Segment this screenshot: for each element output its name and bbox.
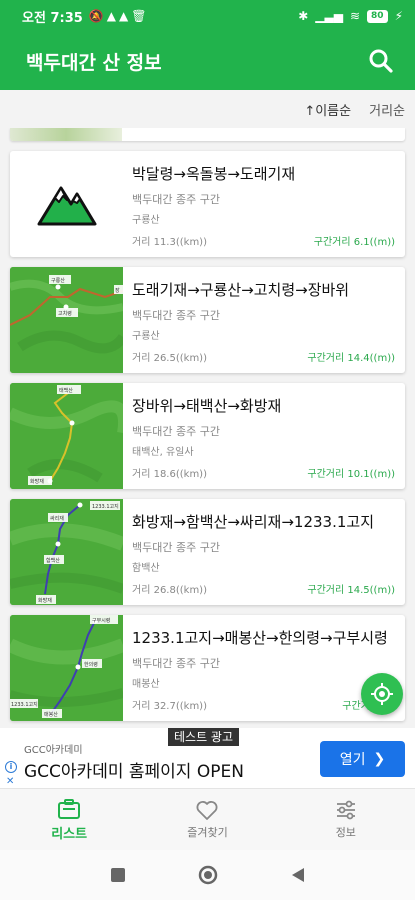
trash-icon: 🗑 [131,9,150,23]
bottom-navigation: 리스트 즐겨찾기 정보 [0,788,415,850]
trail-title: 1233.1고지→매봉산→한의령→구부시령 [132,629,388,647]
map-label: 화방재 [38,597,52,604]
search-icon [369,49,393,73]
trail-segment-distance: 구간거리 14.5((m)) [307,585,395,596]
trail-subtitle: 백두대간 종주 구간 [132,541,220,554]
home-icon[interactable] [197,864,219,886]
ad-advertiser: GCC아카데미 [24,745,83,756]
trail-title: 도래기재→구룡산→고치령→장바위 [132,281,350,299]
trail-segment-distance: 구간거리 6.1((m)) [313,237,395,248]
list-icon [58,798,81,819]
map-thumbnail [10,128,122,141]
tab-favorites[interactable]: 즐겨찾기 [138,789,276,850]
tab-favorites-label: 즐겨찾기 [187,826,228,839]
signal-icon: ▁▃▅ [315,9,343,23]
list-item[interactable]: 구룡산 고치령 장 도래기재→구룡산→고치령→장바위 백두대간 종주 구간 구룡… [10,267,405,373]
system-icons: ✱ ▁▃▅ ≋ 80 ⚡ [298,9,403,23]
list-item[interactable]: 1233.1고지 싸리재 함백산 화방재 화방재→함백산→싸리재→1233.1고… [10,499,405,605]
trail-title: 박달령→옥돌봉→도래기재 [132,165,296,183]
trail-subtitle: 백두대간 종주 구간 [132,657,220,670]
mountain-icon [37,186,96,226]
back-icon[interactable] [289,866,307,884]
map-thumbnail: 1233.1고지 싸리재 함백산 화방재 [10,499,123,605]
mute-icon: 🔕 [88,9,107,23]
notification-icons: 🔕▲▲🗑 [89,9,150,23]
map-thumbnail: 구룡산 고치령 장 [10,267,123,373]
trail-mountains: 구룡산 [132,331,160,342]
map-label: 1233.1고지 [92,503,119,510]
heart-icon [196,801,218,820]
map-label: 매봉산 [44,711,58,718]
map-thumbnail: 태백산 화방재 [10,383,123,489]
trail-title: 화방재→함백산→싸리재→1233.1고지 [132,513,374,531]
status-time: 오전 7:35 [22,10,83,26]
trail-distance: 거리 32.7((km)) [132,701,207,712]
system-navigation [0,850,415,900]
trail-list[interactable]: 박달령→옥돌봉→도래기재 백두대간 종주 구간 구룡산 거리 11.3((km)… [0,128,415,728]
tab-list-label: 리스트 [51,826,88,842]
tab-list[interactable]: 리스트 [0,789,138,850]
map-label: 1233.1고지 [11,701,38,708]
trail-distance: 거리 11.3((km)) [132,237,207,248]
my-location-button[interactable] [361,673,403,715]
trail-subtitle: 백두대간 종주 구간 [132,425,220,438]
list-item[interactable]: 태백산 화방재 장바위→태백산→화방재 백두대간 종주 구간 태백산, 유일사 … [10,383,405,489]
trail-subtitle: 백두대간 종주 구간 [132,309,220,322]
map-label: 고치령 [58,310,72,317]
sort-by-name[interactable]: ↑이름순 [304,100,351,119]
charging-icon: ⚡ [394,9,403,23]
ad-label: 테스트 광고 [168,728,240,746]
ad-open-label: 열기 [339,752,366,768]
settings-sliders-icon [336,800,355,820]
map-thumbnail: 구부시령 한의령 1233.1고지 매봉산 [10,615,123,721]
map-label: 태백산 [59,387,73,394]
trail-mountains: 함백산 [132,563,160,574]
trail-title: 장바위→태백산→화방재 [132,397,282,415]
trail-distance: 거리 18.6((km)) [132,469,207,480]
map-label: 한의령 [84,661,98,668]
map-label: 구룡산 [51,277,65,284]
recents-icon[interactable] [109,866,127,884]
trail-mountains: 태백산, 유일사 [132,447,194,458]
list-item[interactable]: 박달령→옥돌봉→도래기재 백두대간 종주 구간 구룡산 거리 11.3((km)… [10,151,405,257]
ad-open-button[interactable]: 열기 ❯ [320,741,405,777]
warning-icon: ▲ [106,9,119,23]
ad-info-icon[interactable]: i [5,761,17,773]
status-bar: 오전 7:35 🔕▲▲🗑 ✱ ▁▃▅ ≋ 80 ⚡ [0,0,415,32]
sort-bar: ↑이름순 거리순 [0,90,415,128]
bluetooth-icon: ✱ [298,9,309,23]
sort-by-distance[interactable]: 거리순 [369,100,405,119]
trail-segment-distance: 구간거리 14.4((m)) [307,353,395,364]
alert-icon: ▲ [118,9,132,23]
map-label: 구부시령 [92,617,110,624]
trail-mountains: 매봉산 [132,679,160,690]
map-label: 함백산 [46,557,60,564]
list-item[interactable]: 구부시령 한의령 1233.1고지 매봉산 1233.1고지→매봉산→한의령→구… [10,615,405,721]
trail-mountains: 구룡산 [132,215,160,226]
map-label: 장 [115,287,120,294]
map-label: 싸리재 [50,515,64,522]
mountain-thumbnail [10,151,123,257]
tab-info-label: 정보 [335,826,356,839]
trail-subtitle: 백두대간 종주 구간 [132,193,220,206]
trail-distance: 거리 26.8((km)) [132,585,207,596]
battery-icon: 80 [367,9,388,23]
ad-close-icon[interactable]: ✕ [6,776,14,787]
chevron-right-icon: ❯ [373,751,386,767]
tab-info[interactable]: 정보 [277,789,415,850]
search-button[interactable] [365,45,397,77]
app-bar: 백두대간 산 정보 [0,32,415,90]
trail-distance: 거리 26.5((km)) [132,353,207,364]
list-item-partial[interactable] [10,128,405,141]
trail-segment-distance: 구간거리 10.1((m)) [307,469,395,480]
app-title: 백두대간 산 정보 [26,51,162,74]
map-label: 화방재 [30,478,44,485]
ad-banner[interactable]: 테스트 광고 GCC아카데미 i ✕ GCC아카데미 홈페이지 OPEN 열기 … [0,728,415,788]
wifi-icon: ≋ [349,9,361,23]
crosshair-icon [371,683,393,705]
ad-headline: GCC아카데미 홈페이지 OPEN [24,762,244,782]
